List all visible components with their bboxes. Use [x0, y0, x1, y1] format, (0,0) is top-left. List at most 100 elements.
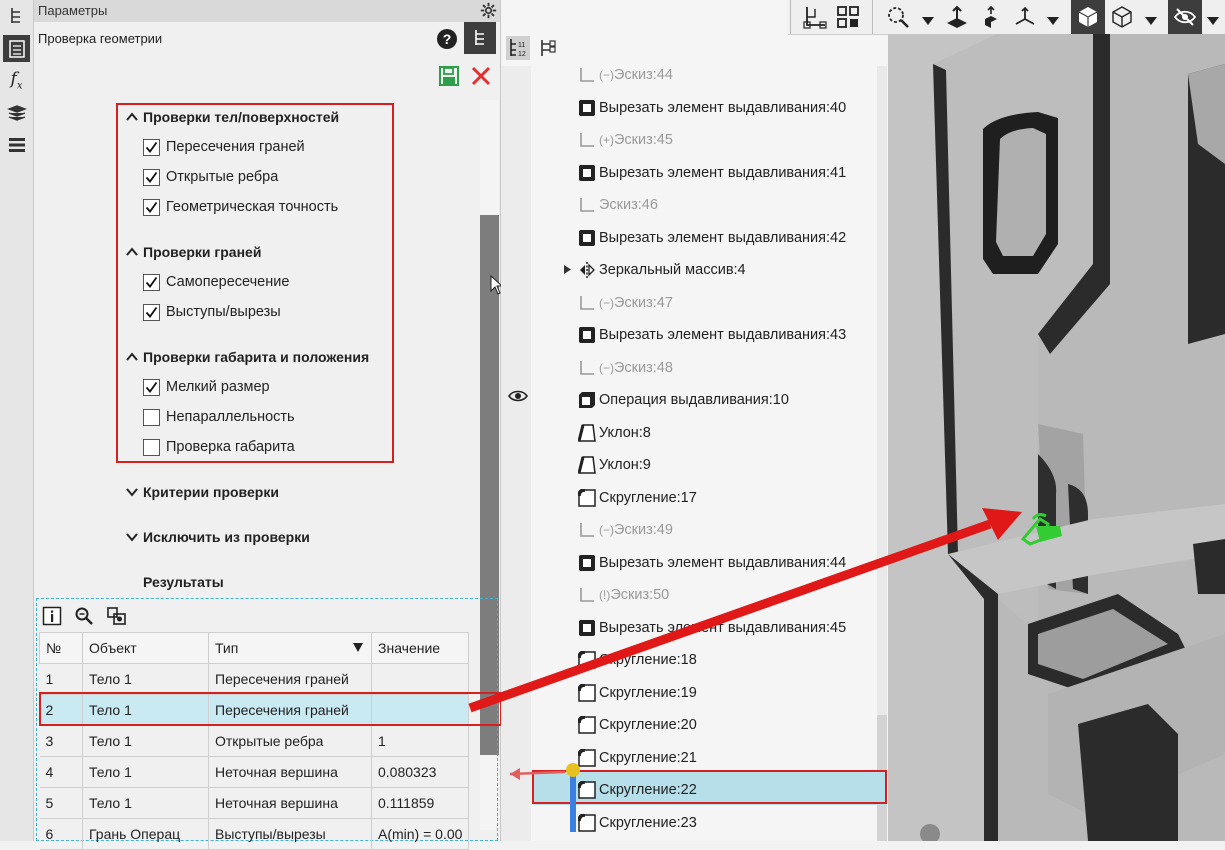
orientation-icon[interactable]: [979, 5, 1003, 32]
tree-item-label: Эскиз:50: [610, 587, 670, 603]
cell-number: 5: [39, 787, 83, 819]
tree-item[interactable]: Уклон:9: [578, 453, 651, 477]
tree-item-label: Скругление:20: [599, 717, 697, 733]
3d-viewport[interactable]: [888, 34, 1225, 841]
tree-item-label: Скругление:18: [599, 652, 697, 668]
draft-icon: [578, 456, 596, 474]
tree-item[interactable]: Вырезать элемент выдавливания:43: [578, 323, 846, 347]
cell-number: 3: [39, 725, 83, 757]
chevron-down-icon[interactable]: [126, 531, 138, 543]
column-header-value[interactable]: Значение: [370, 632, 470, 664]
tree-item[interactable]: Вырезать элемент выдавливания:41: [578, 161, 846, 185]
normal-view-icon[interactable]: [945, 5, 969, 32]
close-icon[interactable]: [470, 65, 492, 90]
table-row[interactable]: 1 Тело 1 Пересечения граней: [39, 663, 470, 695]
fillet-icon: [578, 651, 596, 669]
gear-icon[interactable]: [480, 2, 497, 22]
selected-row-highlight-box: [39, 692, 502, 726]
tree-structure-icon[interactable]: [538, 38, 558, 63]
tree-item[interactable]: Скругление:21: [578, 746, 697, 770]
tree-item[interactable]: Вырезать элемент выдавливания:45: [578, 616, 846, 640]
cut-extrude-icon: [578, 229, 596, 247]
tree-item[interactable]: Уклон:8: [578, 421, 651, 445]
highlight-icon[interactable]: [106, 606, 128, 629]
help-icon[interactable]: ?: [436, 28, 458, 53]
sketch-icon: [578, 294, 596, 312]
tree-item[interactable]: (−) Эскиз:47: [578, 291, 673, 315]
tree-item[interactable]: Скругление:19: [578, 681, 697, 705]
parameters-panel: Параметры Проверка геометрии ? Проверки …: [34, 0, 504, 850]
save-icon[interactable]: [438, 65, 460, 90]
fillet-icon: [578, 488, 596, 507]
fillet-icon: [578, 716, 596, 734]
tree-item[interactable]: Скругление:23: [578, 811, 697, 835]
tree-item[interactable]: (+) Эскиз:45: [578, 128, 673, 152]
sketch-icon: [578, 66, 596, 84]
tree-item-label: Уклон:9: [599, 457, 651, 473]
dropdown-arrow-icon[interactable]: [1145, 12, 1157, 28]
layers-icon[interactable]: [3, 99, 30, 126]
table-row[interactable]: 4 Тело 1 Неточная вершина 0.080323: [39, 756, 470, 788]
cell-type: Выступы/вырезы: [208, 818, 372, 850]
cut-extrude-icon: [578, 164, 596, 182]
list-icon[interactable]: [3, 131, 30, 158]
draft-icon: [578, 423, 596, 442]
hide-icon[interactable]: [1168, 0, 1202, 34]
section-results-title: Результаты: [143, 574, 224, 590]
cell-number: 1: [39, 663, 83, 695]
tree-item[interactable]: Скругление:18: [578, 648, 697, 672]
chevron-down-icon[interactable]: [126, 486, 138, 498]
column-header-type[interactable]: Тип: [208, 632, 372, 664]
svg-text:12: 12: [518, 51, 526, 58]
table-row[interactable]: 5 Тело 1 Неточная вершина 0.111859: [39, 787, 470, 819]
tree-item[interactable]: Скругление:20: [578, 713, 697, 737]
parameters-icon[interactable]: [3, 35, 30, 62]
tree-item[interactable]: (−) Эскиз:49: [578, 518, 673, 542]
zoom-icon[interactable]: [74, 606, 94, 629]
column-header-object[interactable]: Объект: [82, 632, 209, 664]
sketch-status-mark: (−): [599, 68, 614, 82]
tree-item-label: Эскиз:48: [614, 359, 673, 376]
tree-item[interactable]: Вырезать элемент выдавливания:42: [578, 226, 846, 250]
dropdown-arrow-icon[interactable]: [1207, 12, 1219, 28]
eye-icon[interactable]: [508, 389, 528, 406]
tree-order-icon[interactable]: 11 12: [506, 36, 530, 63]
tree-item-label: Эскиз:45: [614, 132, 673, 148]
expand-arrow-icon[interactable]: [564, 262, 571, 278]
sort-down-icon[interactable]: [353, 643, 363, 652]
svg-text:11: 11: [518, 42, 525, 49]
grid-select-icon[interactable]: [836, 5, 860, 32]
tree-item[interactable]: Вырезать элемент выдавливания:44: [578, 551, 846, 575]
cell-value: 0.080323: [371, 756, 470, 788]
cell-object: Тело 1: [82, 787, 209, 819]
section-exclude-title[interactable]: Исключить из проверки: [143, 529, 310, 545]
dropdown-arrow-icon[interactable]: [922, 12, 934, 28]
sketch-icon: [578, 196, 596, 214]
table-row[interactable]: 3 Тело 1 Открытые ребра 1: [39, 725, 470, 757]
tree-item-label: Вырезать элемент выдавливания:45: [599, 619, 847, 636]
zoom-window-icon[interactable]: [886, 5, 910, 32]
tree-item[interactable]: Скругление:17: [578, 486, 697, 510]
tree-item[interactable]: (−) Эскиз:48: [578, 356, 673, 380]
tree-toggle-icon[interactable]: [464, 22, 496, 54]
shaded-view-icon[interactable]: [1071, 0, 1105, 34]
info-icon[interactable]: [42, 606, 62, 629]
wireframe-view-icon[interactable]: [1110, 5, 1134, 32]
tree-icon[interactable]: [3, 2, 30, 29]
section-criteria-title[interactable]: Критерии проверки: [143, 484, 279, 500]
cell-type: Открытые ребра: [208, 725, 372, 757]
tree-side-strip: [501, 66, 531, 841]
sketch-status-mark: (+): [599, 133, 614, 147]
tree-item[interactable]: Зеркальный массив:4: [564, 258, 746, 282]
tree-item[interactable]: Операция выдавливания:10: [578, 388, 789, 412]
tree-item[interactable]: Вырезать элемент выдавливания:40: [578, 96, 846, 120]
tree-item[interactable]: (!) Эскиз:50: [578, 583, 669, 607]
tree-item[interactable]: (−) Эскиз:44: [578, 63, 673, 87]
table-row[interactable]: 6 Грань Операц Выступы/вырезы A(min) = 0…: [39, 818, 470, 850]
axes-icon[interactable]: [802, 4, 828, 33]
column-header-number[interactable]: №: [39, 632, 83, 664]
dropdown-arrow-icon[interactable]: [1047, 12, 1059, 28]
coordinate-system-icon[interactable]: [1013, 5, 1037, 32]
tree-item[interactable]: Эскиз:46: [578, 193, 658, 217]
function-icon[interactable]: fx: [3, 67, 30, 94]
